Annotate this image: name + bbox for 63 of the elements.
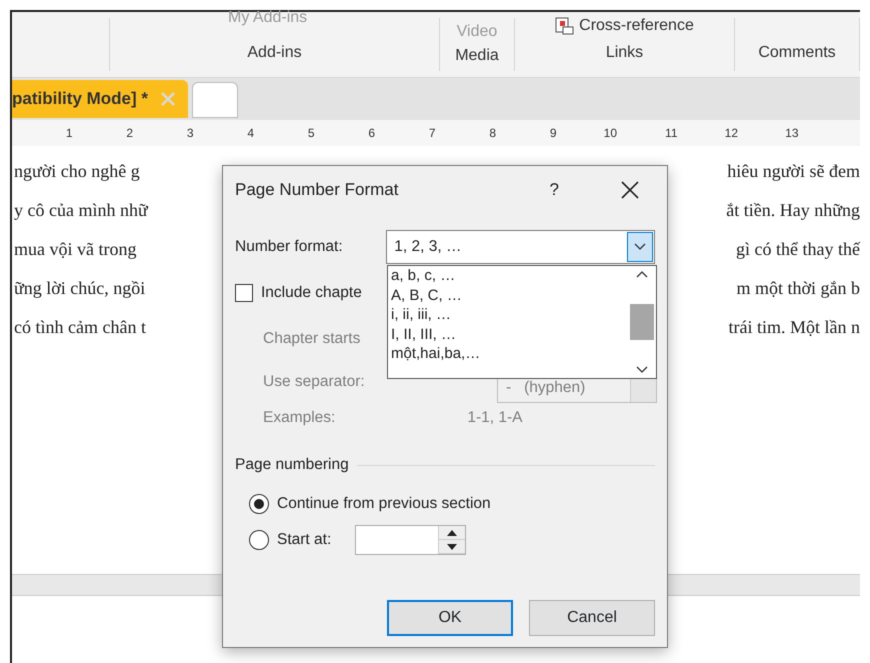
- start-at-field[interactable]: [355, 525, 466, 555]
- group-label: Links: [606, 43, 644, 63]
- include-chapter-checkbox[interactable]: [235, 284, 253, 302]
- group-label: Add-ins: [247, 43, 302, 63]
- combo-value: 1, 2, 3, …: [394, 237, 462, 258]
- radio-label: Start at:: [277, 530, 332, 550]
- ruler-number: 5: [306, 125, 314, 142]
- group-label: Comments: [758, 43, 836, 63]
- document-text: người cho nghê g: [14, 160, 140, 183]
- spin-down-icon[interactable]: [447, 544, 458, 550]
- document-text: m một thời gắn b: [736, 277, 860, 300]
- dialog-title: Page Number Format: [235, 179, 400, 202]
- document-text: hiêu người sẽ đem: [727, 160, 860, 183]
- dropdown-arrow-button[interactable]: [627, 232, 653, 262]
- chevron-down-icon: [634, 243, 646, 251]
- ok-button[interactable]: OK: [387, 600, 513, 636]
- ruler-number: 7: [428, 125, 436, 142]
- ruler-number: 2: [125, 125, 133, 142]
- scrollbar-thumb[interactable]: [630, 304, 654, 340]
- field-label: Use separator:: [263, 372, 365, 392]
- document-text: trái tim. Một lần n: [728, 316, 860, 339]
- radio-label: Continue from previous section: [277, 494, 491, 514]
- spin-up-icon[interactable]: [447, 530, 458, 536]
- field-label: Chapter starts: [263, 329, 360, 350]
- tab-title: patibility Mode] *: [12, 88, 148, 110]
- list-option[interactable]: một,hai,ba,…: [391, 344, 628, 364]
- help-button[interactable]: ?: [550, 177, 559, 203]
- ruler-number: 1: [64, 125, 72, 142]
- example-value: 1-1, 1-A: [467, 408, 523, 428]
- ruler-number: 11: [664, 125, 678, 142]
- field-label: Examples:: [263, 408, 336, 428]
- document-text: gì có thể thay thế: [736, 238, 860, 261]
- scroll-up-icon[interactable]: [636, 270, 648, 278]
- list-option[interactable]: a, b, c, …: [391, 266, 628, 286]
- ruler-number: 10: [602, 125, 617, 142]
- document-text: ắt tiền. Hay những: [726, 199, 860, 222]
- number-format-dropdown[interactable]: 1, 2, 3, …: [386, 230, 655, 264]
- cross-reference-button[interactable]: Cross-reference: [579, 14, 694, 38]
- checkbox-label: Include chapte: [261, 283, 362, 304]
- document-text: y cô của mình nhữ: [14, 199, 148, 222]
- section-heading: Page numbering: [235, 455, 349, 476]
- document-text: có tình cảm chân t: [14, 316, 146, 339]
- ruler-number: 6: [367, 125, 375, 142]
- scroll-down-icon[interactable]: [636, 366, 648, 374]
- list-option[interactable]: A, B, C, …: [391, 286, 628, 305]
- ruler-number: 3: [186, 125, 194, 142]
- list-option[interactable]: I, II, III, …: [391, 324, 628, 344]
- document-text: mua vội vã trong: [14, 238, 136, 261]
- group-label: Media: [455, 46, 499, 66]
- radio-button[interactable]: [249, 494, 269, 514]
- ruler-number: 12: [724, 125, 738, 142]
- ruler-number: 4: [246, 125, 254, 142]
- close-icon[interactable]: [621, 181, 639, 199]
- cross-reference-icon[interactable]: [555, 17, 576, 35]
- document-tab[interactable]: patibility Mode] *: [12, 80, 188, 118]
- ruler-number: 9: [548, 125, 556, 142]
- field-label: Number format:: [235, 237, 344, 258]
- list-option[interactable]: i, ii, iii, …: [391, 305, 628, 324]
- document-text: ững lời chúc, ngồi: [14, 277, 146, 300]
- cancel-button[interactable]: Cancel: [529, 600, 655, 636]
- radio-button[interactable]: [249, 530, 269, 550]
- ruler-number: 8: [488, 125, 496, 142]
- ruler-number: 13: [784, 125, 798, 142]
